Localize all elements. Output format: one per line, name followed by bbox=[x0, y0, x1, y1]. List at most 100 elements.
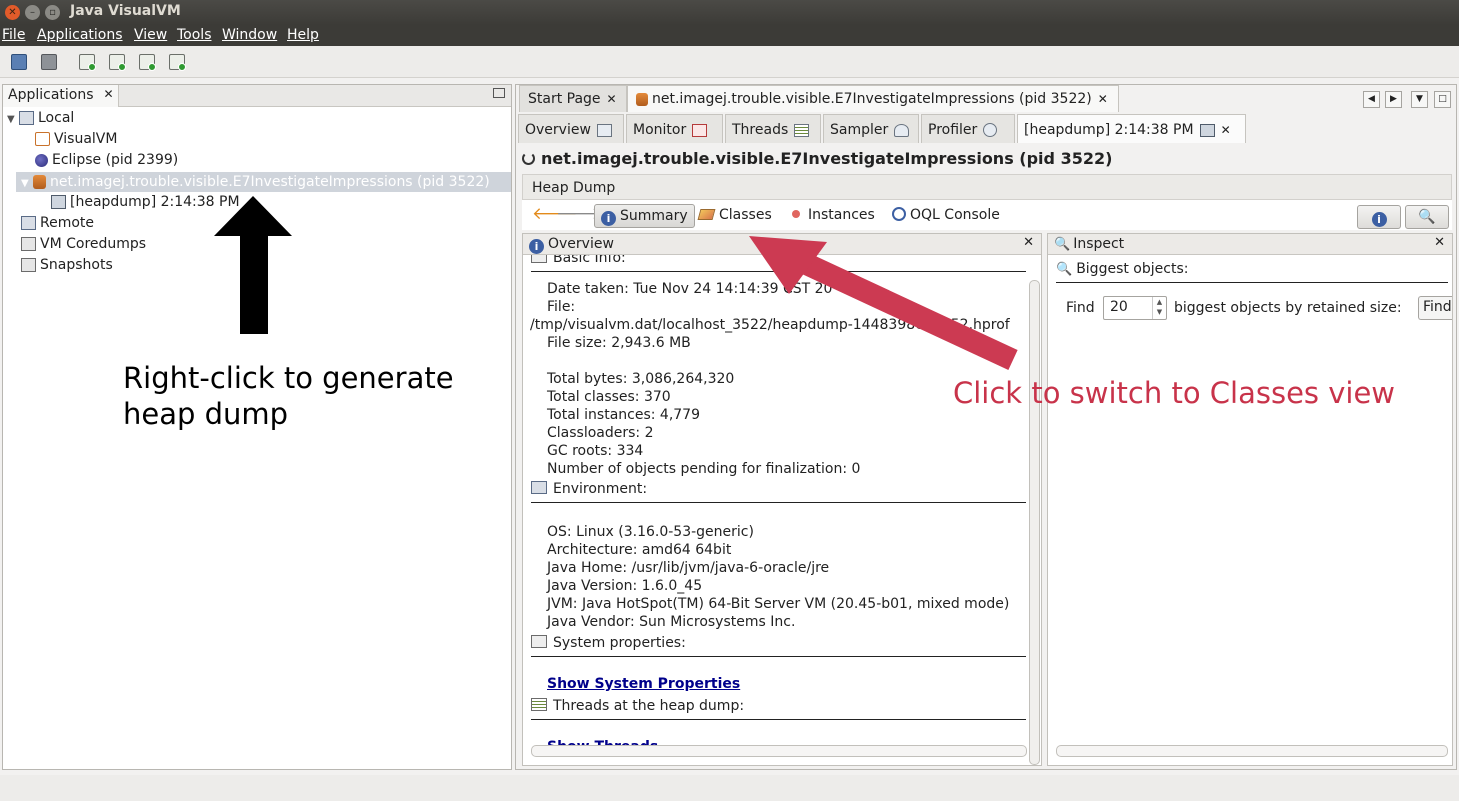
title-bar: ✕ – ▫ Java VisualVM bbox=[0, 0, 1459, 25]
file-label: File: bbox=[547, 299, 576, 315]
tab-profiler[interactable]: Profiler bbox=[921, 114, 1015, 143]
scroll-tabs-right-button[interactable]: ▶ bbox=[1385, 91, 1402, 108]
maximize-icon[interactable]: □ bbox=[1434, 91, 1451, 108]
close-window-button[interactable]: ✕ bbox=[5, 5, 20, 20]
tree-item-eclipse[interactable]: Eclipse (pid 2399) bbox=[35, 150, 178, 170]
minimize-window-button[interactable]: – bbox=[25, 5, 40, 20]
horizontal-scrollbar[interactable] bbox=[1056, 745, 1448, 757]
menu-bar: File Applications View Tools Window Help bbox=[0, 25, 1459, 46]
tab-label: Threads bbox=[732, 122, 789, 138]
instances-icon bbox=[792, 210, 800, 218]
eclipse-icon bbox=[35, 153, 48, 167]
tab-app[interactable]: net.imagej.trouble.visible.E7Investigate… bbox=[627, 85, 1119, 112]
summary-label: Summary bbox=[620, 208, 688, 224]
total-classes: Total classes: 370 bbox=[547, 389, 671, 405]
overview-header-label: Overview bbox=[548, 236, 614, 252]
tree-label: VM Coredumps bbox=[40, 236, 147, 252]
tree-label: VisualVM bbox=[54, 131, 118, 147]
file-size: File size: 2,943.6 MB bbox=[547, 335, 691, 351]
right-click-annotation: Right-click to generate heap dump bbox=[123, 361, 454, 431]
tab-label: Start Page bbox=[528, 91, 601, 107]
close-icon[interactable]: ✕ bbox=[1221, 123, 1231, 137]
maximize-window-button[interactable]: ▫ bbox=[45, 5, 60, 20]
show-system-properties-link[interactable]: Show System Properties bbox=[547, 676, 740, 692]
section-title: Environment: bbox=[553, 481, 648, 497]
classloaders: Classloaders: 2 bbox=[547, 425, 654, 441]
menu-tools[interactable]: Tools bbox=[177, 27, 212, 43]
classes-button[interactable]: Classes bbox=[693, 204, 778, 228]
coredump-icon bbox=[21, 237, 36, 251]
expand-toggle-icon[interactable]: ▼ bbox=[7, 110, 19, 130]
tree-item-coredumps[interactable]: VM Coredumps bbox=[21, 234, 146, 254]
tree-label: Snapshots bbox=[40, 257, 113, 273]
menu-help[interactable]: Help bbox=[287, 27, 319, 43]
profiler-icon bbox=[983, 123, 998, 137]
instances-button[interactable]: Instances bbox=[786, 204, 881, 228]
oql-console-button[interactable]: OQL Console bbox=[886, 204, 1006, 228]
applications-tab[interactable]: Applications ✕ bbox=[3, 85, 119, 107]
sampler-icon bbox=[894, 123, 910, 137]
add-snapshot-icon[interactable] bbox=[169, 54, 186, 71]
expand-toggle-icon[interactable]: ▼ bbox=[21, 174, 33, 194]
overview-icon bbox=[596, 123, 612, 137]
classes-view-annotation: Click to switch to Classes view bbox=[953, 376, 1396, 410]
heap-dump-label: Heap Dump bbox=[532, 180, 616, 196]
close-icon[interactable]: ✕ bbox=[607, 92, 617, 106]
section-title: Basic Info: bbox=[553, 255, 626, 266]
scroll-tabs-left-button[interactable]: ◀ bbox=[1363, 91, 1380, 108]
search-icon: 🔍 bbox=[1056, 262, 1073, 277]
save-icon[interactable] bbox=[41, 54, 57, 70]
java-icon bbox=[33, 175, 46, 189]
info-button[interactable]: i bbox=[1357, 205, 1401, 229]
close-icon[interactable]: ✕ bbox=[1098, 92, 1108, 106]
tab-label: [heapdump] 2:14:38 PM bbox=[1024, 122, 1194, 138]
menu-applications[interactable]: Applications bbox=[37, 27, 123, 43]
snapshot-icon bbox=[21, 258, 36, 272]
add-remote-icon[interactable] bbox=[109, 54, 126, 71]
tree-label: Remote bbox=[40, 215, 95, 231]
section-title: System properties: bbox=[553, 635, 686, 651]
count-stepper[interactable]: ▲ ▼ bbox=[1152, 297, 1166, 319]
tree-item-visualvm[interactable]: VisualVM bbox=[35, 129, 117, 149]
menu-window[interactable]: Window bbox=[222, 27, 277, 43]
tab-sampler[interactable]: Sampler bbox=[823, 114, 919, 143]
remote-icon bbox=[21, 216, 36, 230]
close-icon[interactable]: ✕ bbox=[1434, 235, 1445, 250]
open-icon[interactable] bbox=[11, 54, 27, 70]
threads-icon bbox=[794, 123, 810, 137]
vertical-scrollbar[interactable] bbox=[1029, 280, 1040, 765]
tree-item-remote[interactable]: Remote bbox=[21, 213, 94, 233]
window-title: Java VisualVM bbox=[70, 3, 181, 19]
monitor-icon bbox=[692, 123, 708, 137]
add-jmx-icon[interactable] bbox=[79, 54, 96, 71]
menu-view[interactable]: View bbox=[134, 27, 167, 43]
basic-info-icon bbox=[531, 255, 547, 263]
summary-button[interactable]: i Summary bbox=[594, 204, 695, 228]
horizontal-scrollbar[interactable] bbox=[531, 745, 1027, 757]
add-coredump-icon[interactable] bbox=[139, 54, 156, 71]
instances-label: Instances bbox=[808, 207, 875, 223]
threads-section-header: Threads at the heap dump: bbox=[531, 698, 1026, 720]
inspect-header-label: Inspect bbox=[1073, 236, 1125, 252]
close-icon[interactable]: ✕ bbox=[103, 87, 113, 101]
section-title: Biggest objects: bbox=[1076, 261, 1189, 277]
tab-heapdump[interactable]: [heapdump] 2:14:38 PM ✕ bbox=[1017, 114, 1246, 143]
oql-label: OQL Console bbox=[910, 207, 1000, 223]
total-bytes: Total bytes: 3,086,264,320 bbox=[547, 371, 735, 387]
tree-item-snapshots[interactable]: Snapshots bbox=[21, 255, 113, 275]
tab-monitor[interactable]: Monitor bbox=[626, 114, 723, 143]
tab-list-dropdown[interactable]: ▼ bbox=[1411, 91, 1428, 108]
system-properties-section-header: System properties: bbox=[531, 635, 1026, 657]
tree-item-app-selected[interactable]: ▼ net.imagej.trouble.visible.E7Investigat… bbox=[21, 172, 490, 192]
tab-label: Monitor bbox=[633, 122, 687, 138]
tab-threads[interactable]: Threads bbox=[725, 114, 821, 143]
tree-label: Eclipse (pid 2399) bbox=[52, 152, 179, 168]
minimize-icon[interactable] bbox=[493, 88, 505, 98]
find-button[interactable]: Find bbox=[1418, 296, 1452, 320]
inspect-toggle-button[interactable]: 🔍 bbox=[1405, 205, 1449, 229]
tree-item-local[interactable]: ▼ Local bbox=[7, 108, 74, 128]
info-icon: i bbox=[529, 239, 544, 254]
menu-file[interactable]: File bbox=[2, 27, 25, 43]
tab-start-page[interactable]: Start Page ✕ bbox=[519, 85, 627, 112]
tab-overview[interactable]: Overview bbox=[518, 114, 624, 143]
